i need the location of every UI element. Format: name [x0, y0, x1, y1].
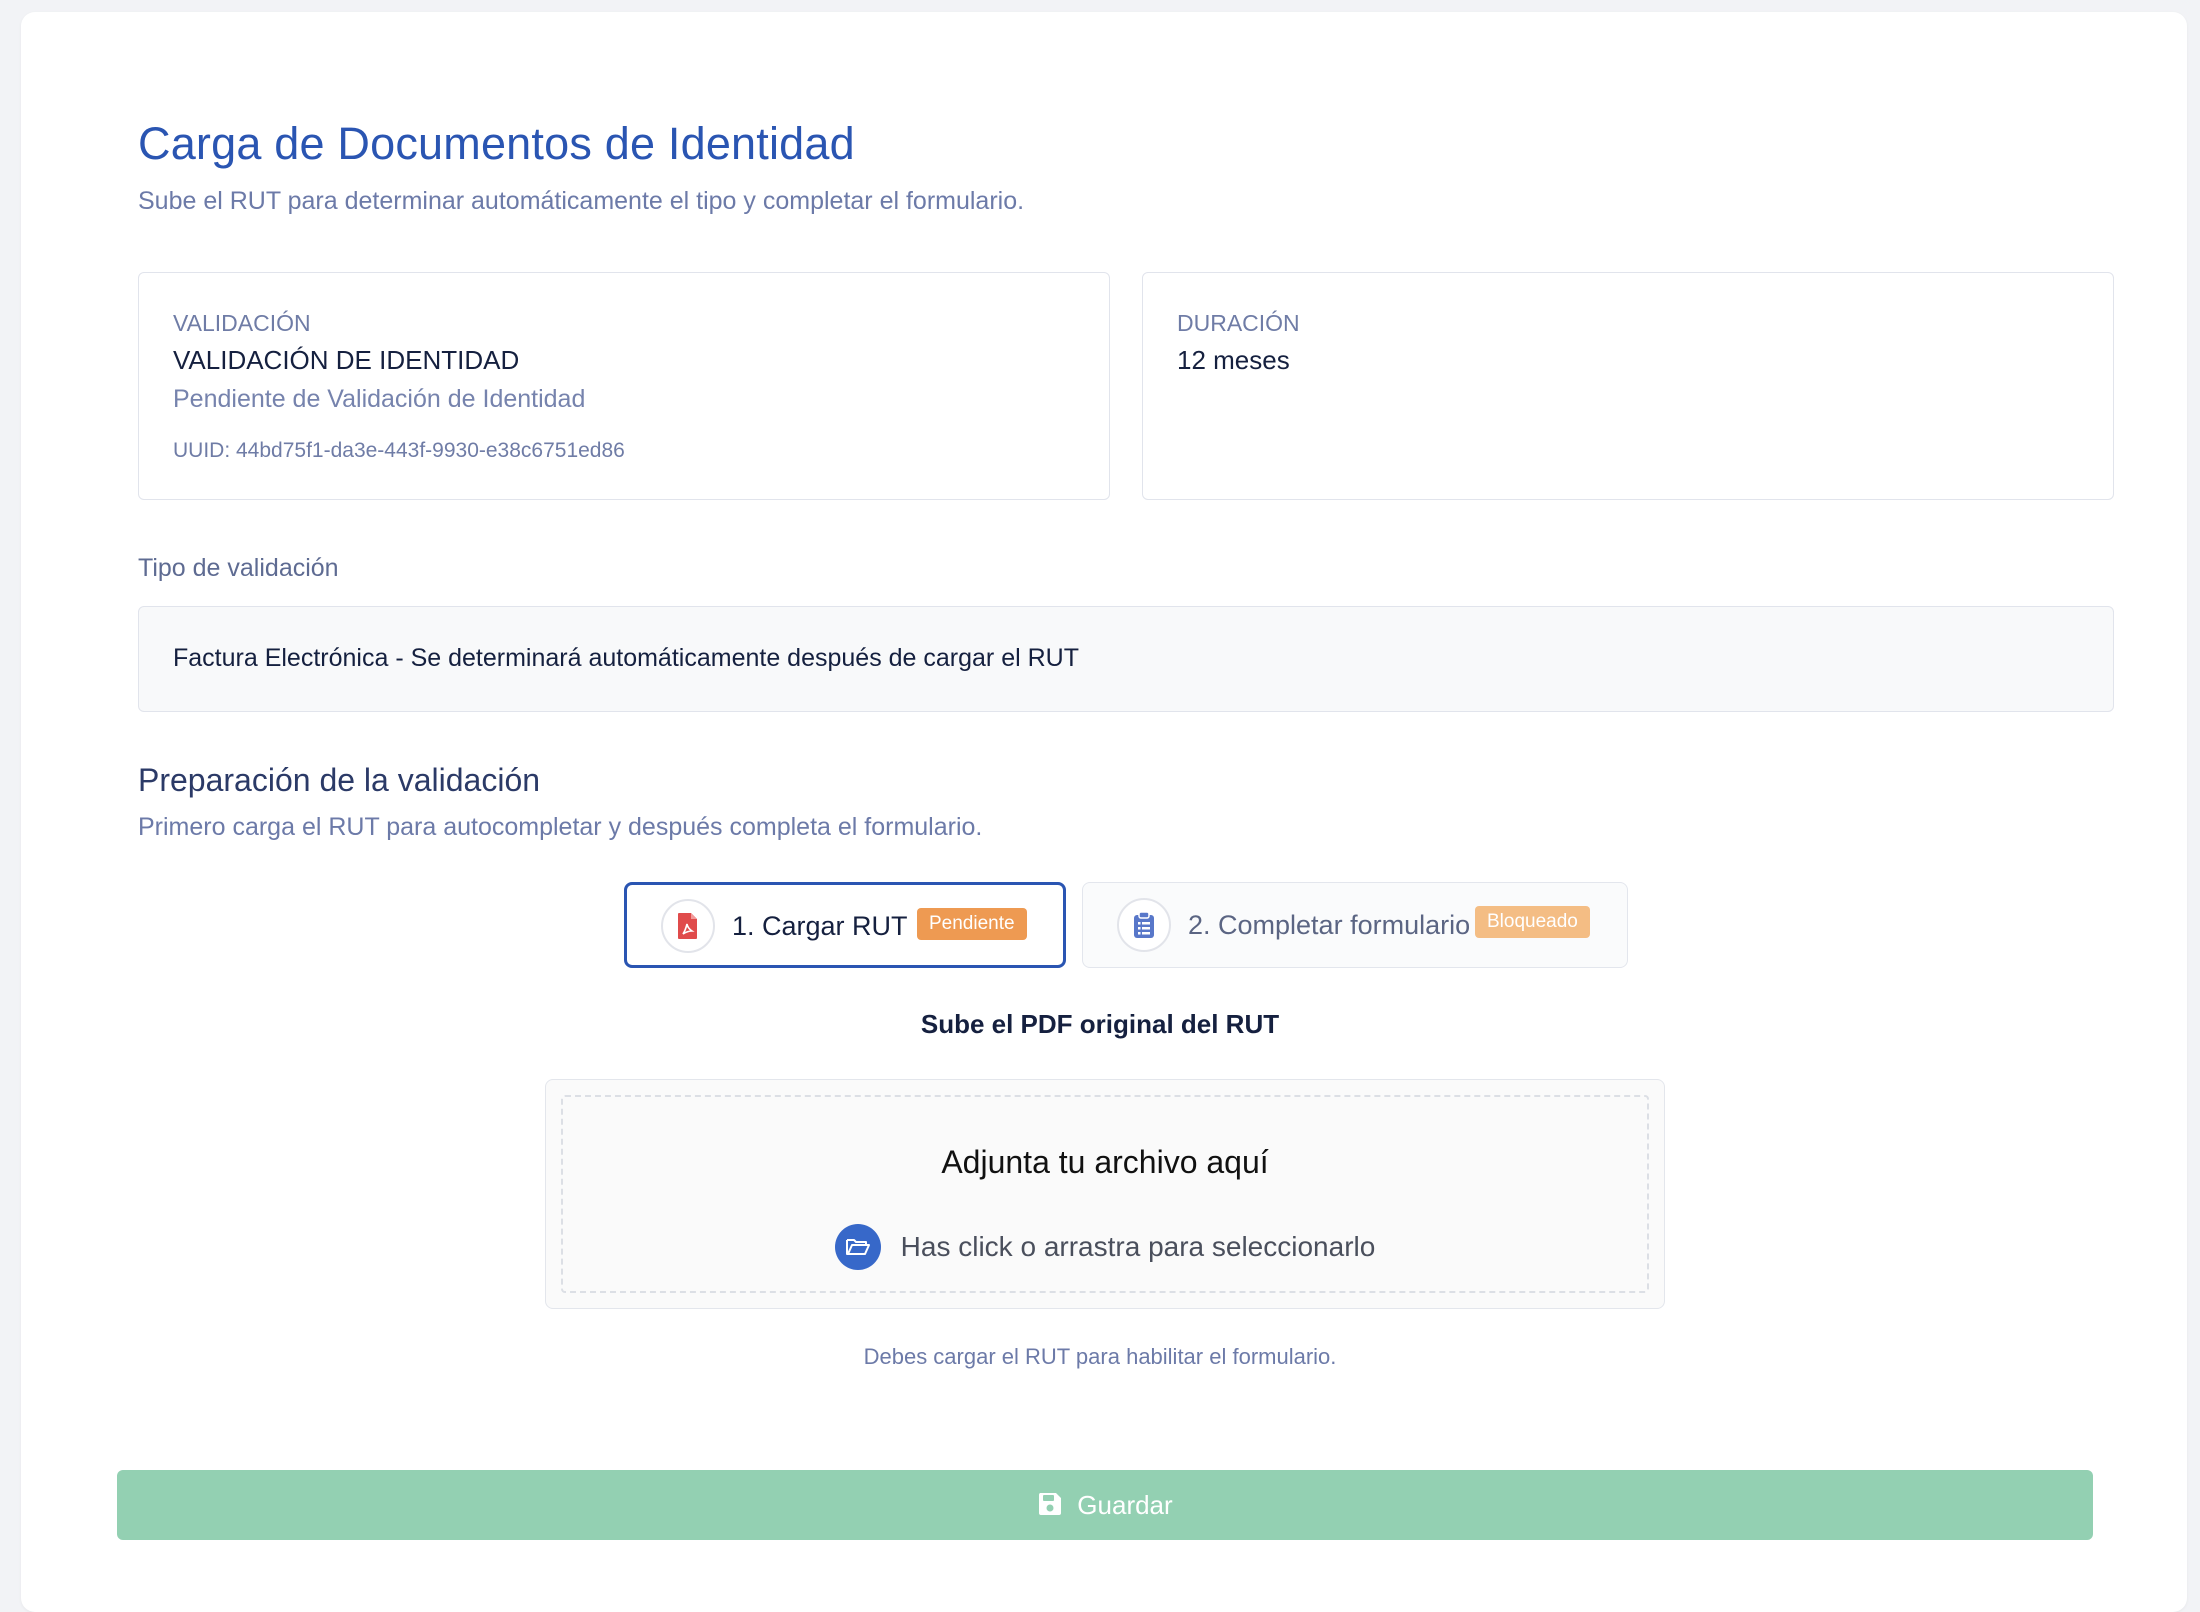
save-button[interactable]: Guardar	[117, 1470, 2093, 1540]
pdf-file-icon	[661, 899, 715, 953]
duration-value: 12 meses	[1177, 345, 1290, 375]
validation-value: VALIDACIÓN DE IDENTIDAD	[173, 345, 520, 375]
save-button-label: Guardar	[1077, 1489, 1173, 1520]
page-title: Carga de Documentos de Identidad	[138, 118, 855, 169]
duration-info-card: DURACIÓN 12 meses	[1142, 272, 2114, 500]
dropzone-hint-text: Has click o arrastra para seleccionarlo	[900, 1231, 1376, 1262]
main-card: Carga de Documentos de Identidad Sube el…	[21, 12, 2187, 1612]
upload-title: Sube el PDF original del RUT	[920, 1009, 1280, 1039]
preparation-title: Preparación de la validación	[138, 762, 541, 798]
validation-type-label: Tipo de validación	[138, 554, 339, 582]
duration-label: DURACIÓN	[1177, 310, 1300, 336]
helper-text: Debes cargar el RUT para habilitar el fo…	[863, 1344, 1337, 1369]
dropzone-dashed-area: Adjunta tu archivo aquí Has click o arra…	[561, 1095, 1649, 1293]
validation-type-value: Factura Electrónica - Se determinará aut…	[173, 644, 1079, 672]
preparation-subtitle: Primero carga el RUT para autocompletar …	[138, 813, 983, 841]
step-upload-rut-label: 1. Cargar RUT	[732, 911, 908, 941]
step-upload-rut[interactable]: 1. Cargar RUT Pendiente	[624, 882, 1066, 968]
validation-label: VALIDACIÓN	[173, 310, 311, 336]
validation-type-field: Factura Electrónica - Se determinará aut…	[138, 606, 2114, 712]
save-icon	[1037, 1491, 1063, 1520]
step-complete-form-label: 2. Completar formulario	[1188, 910, 1471, 940]
step-complete-form[interactable]: 2. Completar formulario Bloqueado	[1082, 882, 1628, 968]
folder-open-icon	[834, 1224, 881, 1270]
clipboard-icon	[1117, 898, 1171, 952]
status-badge-pending: Pendiente	[917, 908, 1027, 940]
status-badge-locked: Bloqueado	[1475, 906, 1590, 938]
validation-info-card: VALIDACIÓN VALIDACIÓN DE IDENTIDAD Pendi…	[138, 272, 1110, 500]
validation-status: Pendiente de Validación de Identidad	[173, 385, 586, 413]
dropzone-hint: Has click o arrastra para seleccionarlo	[563, 1224, 1647, 1270]
page-subtitle: Sube el RUT para determinar automáticame…	[138, 187, 1025, 215]
dropzone-title: Adjunta tu archivo aquí	[941, 1144, 1269, 1180]
validation-uuid: UUID: 44bd75f1-da3e-443f-9930-e38c6751ed…	[173, 439, 625, 462]
file-dropzone[interactable]: Adjunta tu archivo aquí Has click o arra…	[545, 1079, 1665, 1309]
